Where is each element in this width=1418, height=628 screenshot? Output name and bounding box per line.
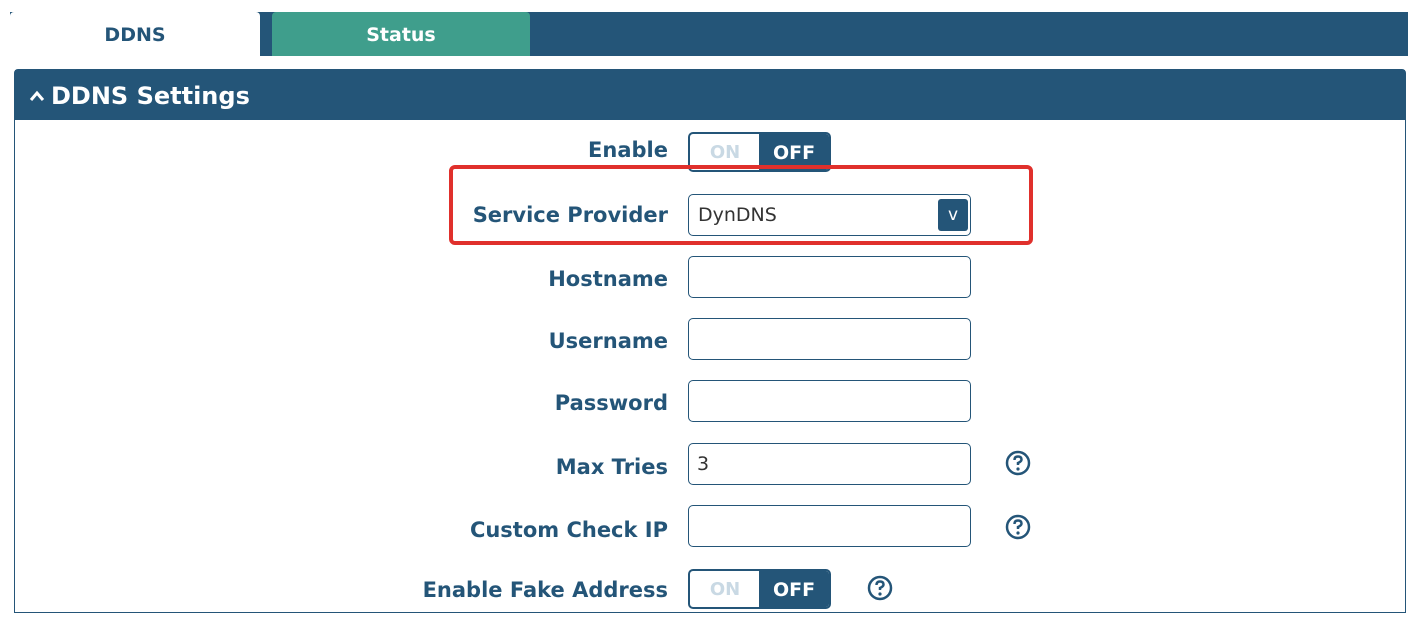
help-icon[interactable] xyxy=(867,575,893,601)
password-label: Password xyxy=(554,391,668,415)
chevron-up-icon[interactable] xyxy=(29,71,45,123)
custom-check-ip-label: Custom Check IP xyxy=(469,518,668,542)
highlight-box xyxy=(449,165,1033,245)
enable-fake-address-toggle[interactable]: ON OFF xyxy=(688,569,831,609)
help-icon[interactable] xyxy=(1005,514,1031,540)
enable-fake-address-on[interactable]: ON xyxy=(690,571,760,607)
username-label: Username xyxy=(548,329,668,353)
custom-check-ip-input[interactable] xyxy=(688,505,971,547)
username-input[interactable] xyxy=(688,318,971,360)
enable-label: Enable xyxy=(588,138,668,162)
hostname-input[interactable] xyxy=(688,256,971,298)
tab-ddns[interactable]: DDNS xyxy=(10,12,260,56)
panel-title: DDNS Settings xyxy=(51,82,250,110)
panel-header[interactable]: DDNS Settings xyxy=(15,70,1405,120)
max-tries-input[interactable] xyxy=(688,443,971,485)
tab-status[interactable]: Status xyxy=(272,12,530,56)
password-input[interactable] xyxy=(688,380,971,422)
enable-fake-address-label: Enable Fake Address xyxy=(422,578,668,602)
hostname-label: Hostname xyxy=(548,267,668,291)
tab-bar: DDNS Status xyxy=(10,12,1408,56)
help-icon[interactable] xyxy=(1005,450,1031,476)
enable-fake-address-off[interactable]: OFF xyxy=(759,571,829,607)
max-tries-label: Max Tries xyxy=(555,455,668,479)
